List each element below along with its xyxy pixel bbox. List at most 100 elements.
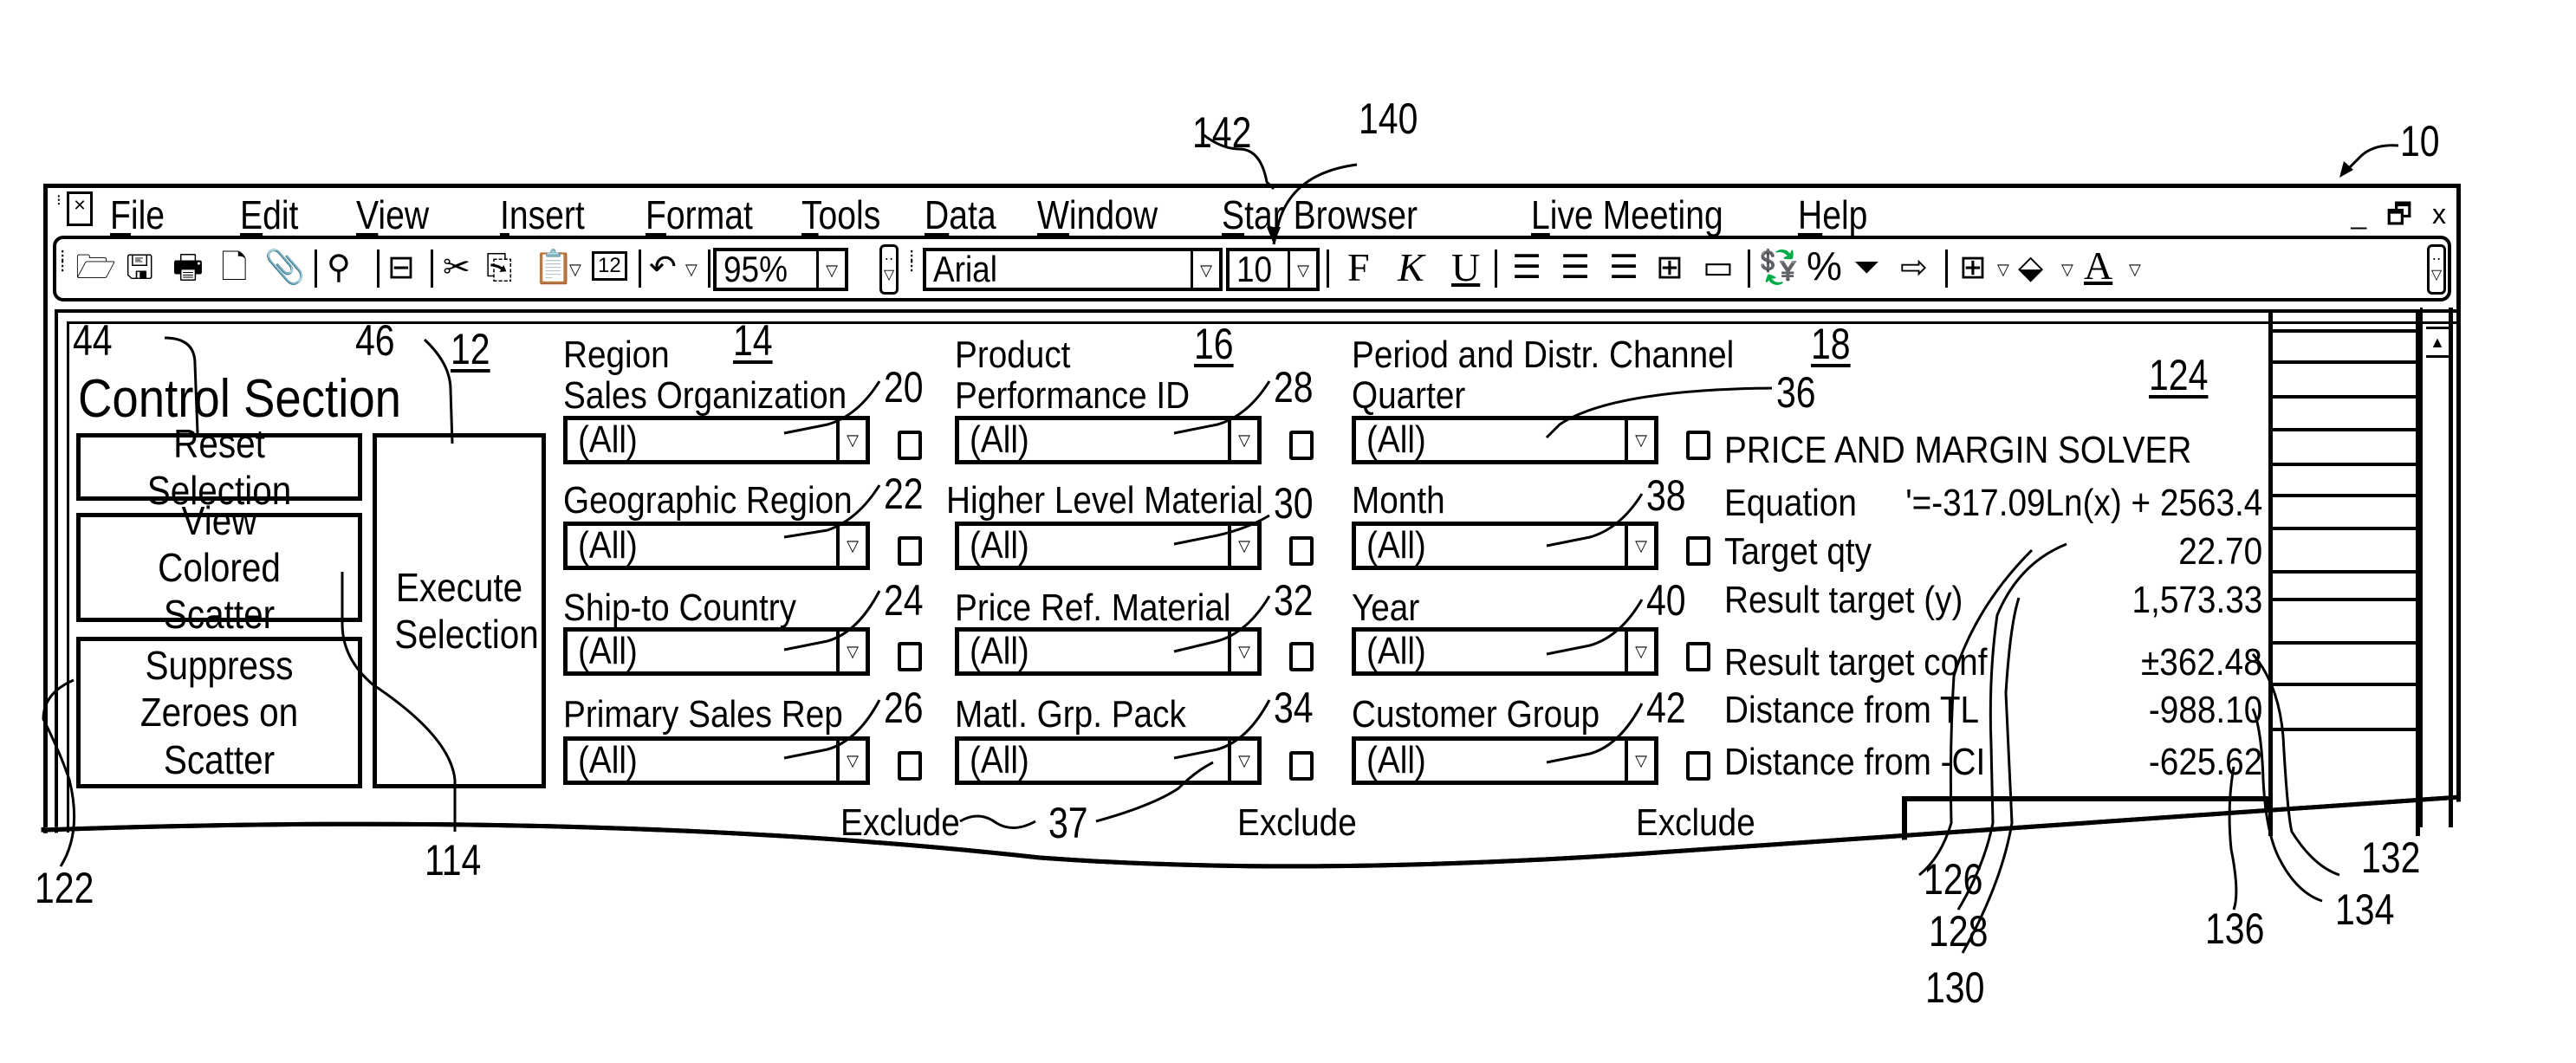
font-color-button[interactable]: A bbox=[2084, 246, 2112, 286]
view-colored-scatter-button[interactable]: View Colored Scatter bbox=[76, 498, 362, 637]
attach-mail-icon[interactable]: 📎 bbox=[264, 251, 305, 284]
performance-id-exclude-checkbox[interactable] bbox=[1289, 431, 1314, 460]
chevron-down-icon[interactable]: ▽ bbox=[1625, 526, 1654, 566]
chevron-down-icon[interactable]: ▽ bbox=[1228, 420, 1257, 460]
font-color-dropdown-icon[interactable]: ▽ bbox=[2129, 262, 2141, 277]
chevron-down-icon[interactable]: ▽ bbox=[1228, 526, 1257, 566]
grid-cell[interactable] bbox=[2273, 527, 2416, 530]
find-binoculars-icon[interactable]: ⚲ bbox=[327, 251, 351, 284]
percent-button[interactable]: % bbox=[1807, 246, 1842, 286]
align-left-icon[interactable]: ☰ bbox=[1512, 251, 1541, 284]
higher-level-material-exclude-checkbox[interactable] bbox=[1289, 536, 1314, 566]
toolbar-overflow-icon[interactable]: ‥ ▽ bbox=[879, 244, 899, 295]
align-right-icon[interactable]: ☰ bbox=[1609, 251, 1638, 284]
arrow-right-icon[interactable]: ⇨ bbox=[1900, 251, 1928, 284]
borders-icon[interactable]: ⊞ bbox=[1959, 251, 1987, 284]
chevron-down-icon[interactable]: ▽ bbox=[1625, 420, 1654, 460]
print-icon[interactable]: 🖶 bbox=[172, 251, 204, 284]
frame-icon[interactable]: ▭ bbox=[1703, 251, 1734, 284]
grid-cell[interactable] bbox=[2273, 360, 2416, 364]
paste-dropdown-icon[interactable]: ▽ bbox=[569, 262, 581, 277]
reset-selection-button[interactable]: Reset Selection bbox=[76, 421, 362, 513]
price-ref-material-dropdown[interactable]: (All) ▽ bbox=[955, 627, 1262, 676]
grid-cell[interactable] bbox=[2273, 329, 2416, 333]
close-button[interactable]: x bbox=[2432, 198, 2446, 230]
hierarchy-icon[interactable]: ⊟ bbox=[387, 251, 415, 284]
currency-icon[interactable]: 💱 bbox=[1758, 251, 1799, 284]
merge-center-icon[interactable]: ⊞ bbox=[1656, 251, 1684, 284]
sales-organization-dropdown[interactable]: (All) ▽ bbox=[563, 416, 870, 464]
grid-cell[interactable] bbox=[2273, 683, 2416, 686]
calendar-icon[interactable]: 12 bbox=[592, 251, 627, 281]
price-ref-material-exclude-checkbox[interactable] bbox=[1289, 642, 1314, 671]
year-dropdown[interactable]: (All) ▽ bbox=[1352, 627, 1658, 676]
scroll-up-icon[interactable]: ▲ bbox=[2426, 327, 2449, 358]
suppress-zeroes-button[interactable]: Suppress Zeroes on Scatter bbox=[76, 637, 362, 788]
higher-level-material-dropdown[interactable]: (All) ▽ bbox=[955, 522, 1262, 570]
italic-button[interactable]: K bbox=[1398, 248, 1424, 288]
grid-cell[interactable] bbox=[2273, 463, 2416, 466]
bold-button[interactable]: F bbox=[1347, 248, 1370, 288]
chevron-down-icon[interactable]: ▽ bbox=[1228, 741, 1257, 781]
year-exclude-checkbox[interactable] bbox=[1686, 642, 1710, 671]
grid-cell[interactable] bbox=[2273, 570, 2416, 574]
fill-color-dropdown-icon[interactable]: ▽ bbox=[2061, 262, 2073, 277]
filter-icon[interactable]: ⏷ bbox=[1853, 251, 1879, 284]
grid-cell[interactable] bbox=[2273, 494, 2416, 497]
menu-edit[interactable]: Edit bbox=[240, 191, 298, 238]
paste-icon[interactable]: 📋 bbox=[533, 251, 574, 284]
save-icon[interactable]: 🖫 bbox=[126, 251, 153, 284]
chevron-down-icon[interactable]: ▽ bbox=[1625, 741, 1654, 781]
font-select[interactable]: Arial ▽ bbox=[923, 248, 1223, 291]
menu-help[interactable]: Help bbox=[1798, 191, 1867, 238]
menu-tools[interactable]: Tools bbox=[801, 191, 880, 238]
fill-color-icon[interactable]: ⬙ bbox=[2018, 251, 2043, 284]
quarter-dropdown[interactable]: (All) ▽ bbox=[1352, 416, 1658, 464]
chevron-down-icon[interactable]: ▽ bbox=[816, 251, 845, 288]
cut-icon[interactable]: ✂ bbox=[443, 251, 470, 284]
chevron-down-icon[interactable]: ▽ bbox=[836, 741, 866, 781]
customer-group-exclude-checkbox[interactable] bbox=[1686, 751, 1710, 781]
font-size-select[interactable]: 10 ▽ bbox=[1226, 248, 1320, 291]
matl-grp-pack-dropdown[interactable]: (All) ▽ bbox=[955, 736, 1262, 785]
chevron-down-icon[interactable]: ▽ bbox=[836, 526, 866, 566]
chevron-down-icon[interactable]: ▽ bbox=[836, 632, 866, 671]
menu-data[interactable]: Data bbox=[925, 191, 996, 238]
chevron-down-icon[interactable]: ▽ bbox=[836, 420, 866, 460]
grid-cell[interactable] bbox=[2273, 428, 2416, 431]
ship-to-country-exclude-checkbox[interactable] bbox=[898, 642, 922, 671]
sales-organization-exclude-checkbox[interactable] bbox=[898, 431, 922, 460]
grid-cell[interactable] bbox=[2273, 395, 2416, 399]
open-icon[interactable]: 🗁 bbox=[75, 251, 116, 284]
execute-selection-button[interactable]: Execute Selection bbox=[373, 433, 546, 788]
chevron-down-icon[interactable]: ▽ bbox=[1228, 632, 1257, 671]
ship-to-country-dropdown[interactable]: (All) ▽ bbox=[563, 627, 870, 676]
quarter-exclude-checkbox[interactable] bbox=[1686, 431, 1710, 460]
month-exclude-checkbox[interactable] bbox=[1686, 536, 1710, 566]
customer-group-dropdown[interactable]: (All) ▽ bbox=[1352, 736, 1658, 785]
matl-grp-pack-exclude-checkbox[interactable] bbox=[1289, 751, 1314, 781]
toolbar-overflow-icon[interactable]: ‥ ▽ bbox=[2427, 244, 2446, 295]
target-qty-value[interactable]: 22.70 bbox=[2178, 530, 2262, 574]
performance-id-dropdown[interactable]: (All) ▽ bbox=[955, 416, 1262, 464]
menu-window[interactable]: Window bbox=[1037, 191, 1158, 238]
chevron-down-icon[interactable]: ▽ bbox=[1191, 251, 1219, 288]
grid-cell[interactable] bbox=[2273, 641, 2416, 645]
menu-file[interactable]: File bbox=[110, 191, 165, 238]
menu-star-browser[interactable]: Star Browser bbox=[1222, 191, 1418, 238]
restore-button[interactable]: 🗗 bbox=[2386, 198, 2412, 230]
zoom-select[interactable]: 95% ▽ bbox=[713, 248, 848, 291]
menu-view[interactable]: View bbox=[356, 191, 429, 238]
chevron-down-icon[interactable]: ▽ bbox=[1625, 632, 1654, 671]
menu-format[interactable]: Format bbox=[646, 191, 753, 238]
primary-sales-rep-exclude-checkbox[interactable] bbox=[898, 751, 922, 781]
borders-dropdown-icon[interactable]: ▽ bbox=[1997, 262, 2009, 277]
menu-insert[interactable]: Insert bbox=[500, 191, 585, 238]
grid-cell[interactable] bbox=[2273, 728, 2416, 731]
underline-button[interactable]: U bbox=[1451, 248, 1480, 288]
align-center-icon[interactable]: ☰ bbox=[1561, 251, 1590, 284]
undo-dropdown-icon[interactable]: ▽ bbox=[685, 262, 698, 277]
geographic-region-exclude-checkbox[interactable] bbox=[898, 536, 922, 566]
menu-live-meeting[interactable]: Live Meeting bbox=[1531, 191, 1723, 238]
print-preview-icon[interactable]: 🗋 bbox=[221, 251, 248, 284]
